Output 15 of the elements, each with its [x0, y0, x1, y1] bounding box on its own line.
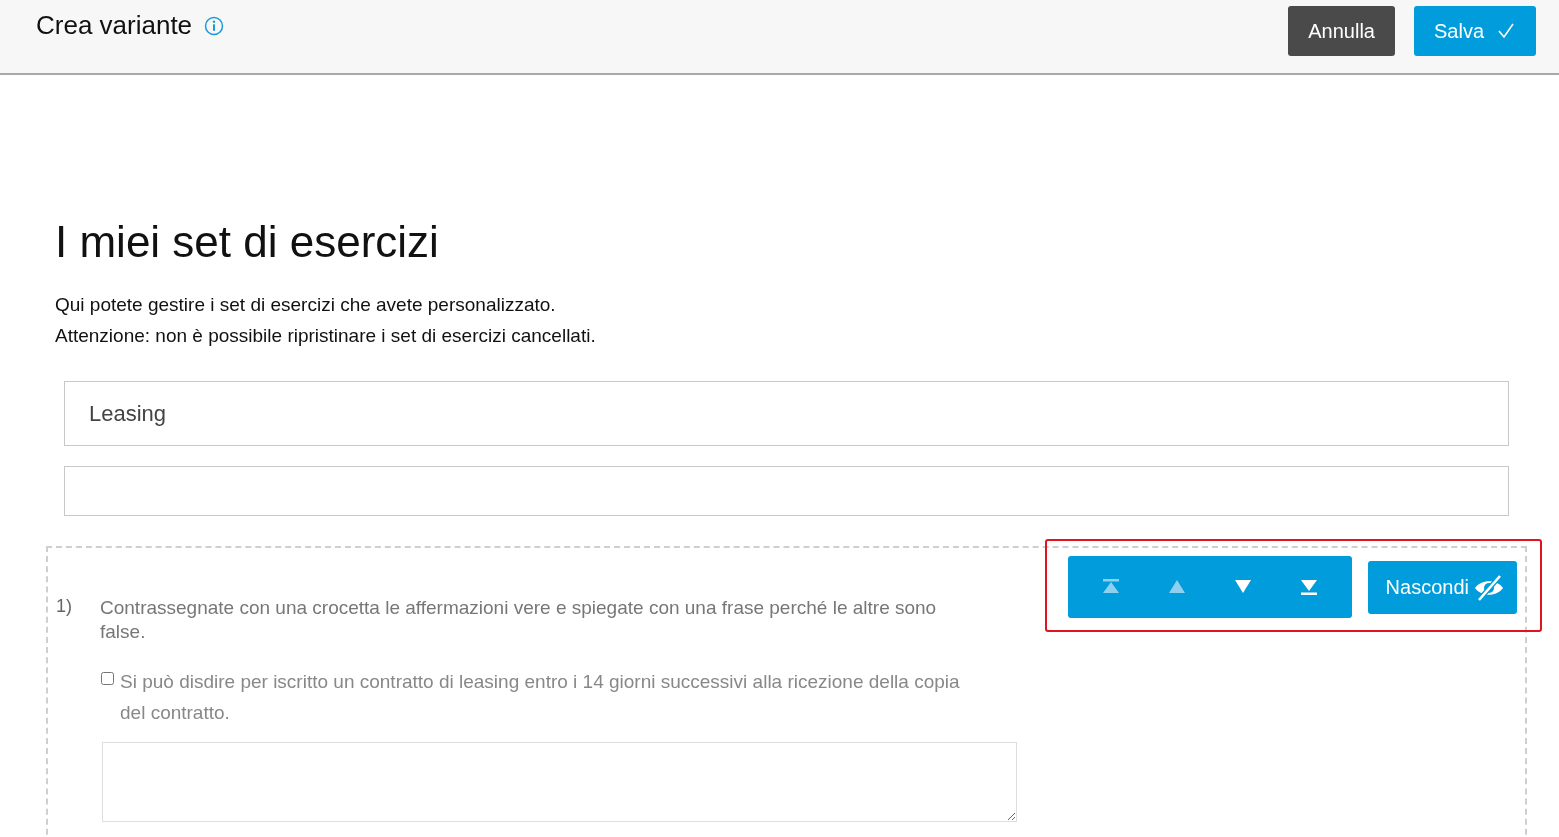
text-field[interactable]: Leasing [64, 381, 1509, 446]
checkmark-icon [1496, 21, 1516, 41]
eye-slash-icon [1473, 573, 1505, 602]
page-title: Crea variante [36, 10, 193, 41]
info-icon[interactable] [204, 15, 225, 36]
question-text: Contrassegnate con una crocetta le affermazioni vere e spiegate con una frase perché le altre sono false. [100, 596, 938, 644]
text-field[interactable] [64, 466, 1509, 516]
intro-text: Qui potete gestire i set di esercizi che avete personalizzato. [55, 293, 557, 317]
question-number: 1) [56, 596, 72, 618]
statement-text: Si può disdire per iscritto un contratto di leasing entro i 14 giorni successivi alla ricezione della copia del contratto. [120, 670, 961, 725]
statement-checkbox[interactable] [101, 672, 114, 685]
section-heading: I miei set di esercizi [55, 217, 440, 267]
move-bottom-icon [1298, 577, 1319, 597]
intro-text: Attenzione: non è possibile ripristinare i set di esercizi cancellati. [55, 324, 597, 348]
cancel-button[interactable]: Annulla [1288, 6, 1395, 56]
